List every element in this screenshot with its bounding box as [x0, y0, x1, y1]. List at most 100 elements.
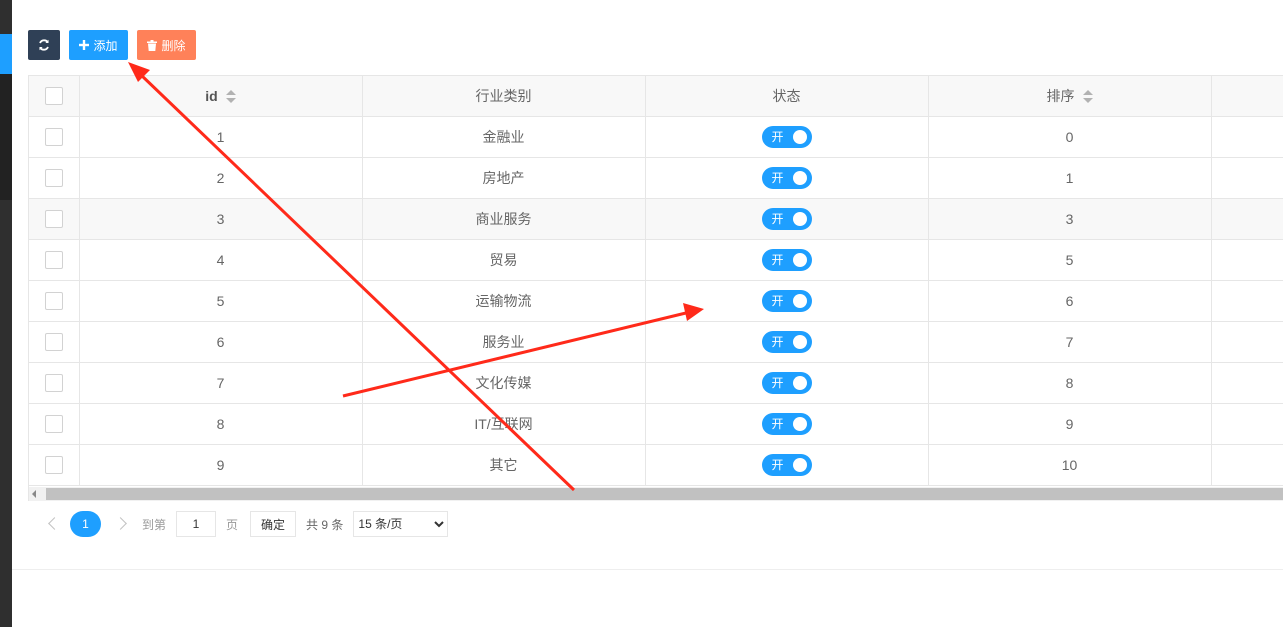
- horizontal-scrollbar[interactable]: [28, 487, 1283, 501]
- table-row[interactable]: 8 IT/互联网 开 9: [29, 403, 1283, 445]
- row-checkbox[interactable]: [44, 374, 63, 393]
- total-count: 共 9 条: [306, 517, 344, 532]
- row-checkbox[interactable]: [44, 251, 63, 270]
- table-row[interactable]: 9 其它 开 10: [29, 444, 1283, 486]
- sidebar-edge: [0, 0, 12, 627]
- row-select-cell[interactable]: [29, 157, 80, 199]
- refresh-button[interactable]: [28, 30, 60, 60]
- row-checkbox[interactable]: [44, 456, 63, 475]
- data-table: id 行业类别 状态 排序 1 金融业开 0 2 房地产开 1 3 商业服务开 3 4 贸易开 5 5 运…: [28, 75, 1283, 488]
- row-checkbox[interactable]: [44, 169, 63, 188]
- goto-page-input[interactable]: [176, 511, 217, 537]
- cell-sort: 9: [928, 403, 1212, 445]
- status-toggle[interactable]: 开: [761, 454, 812, 476]
- cell-category: IT/互联网: [362, 403, 646, 445]
- cell-extra: [1211, 321, 1283, 363]
- toggle-knob: [792, 458, 807, 472]
- cell-sort: 10: [928, 444, 1212, 486]
- cell-status: 开: [645, 444, 929, 486]
- row-select-cell[interactable]: [29, 239, 80, 281]
- header-id[interactable]: id: [79, 76, 363, 117]
- current-page[interactable]: 1: [70, 511, 101, 537]
- cell-status: 开: [645, 116, 929, 158]
- cell-status: 开: [645, 403, 929, 445]
- row-checkbox[interactable]: [44, 292, 63, 311]
- delete-button[interactable]: 删除: [137, 30, 196, 60]
- status-toggle[interactable]: 开: [761, 372, 812, 394]
- sort-icon[interactable]: [1082, 90, 1093, 104]
- refresh-icon: [38, 39, 50, 51]
- cell-id: 8: [79, 403, 363, 445]
- row-select-cell[interactable]: [29, 362, 80, 404]
- table-row[interactable]: 2 房地产 开 1: [29, 157, 1283, 199]
- status-toggle[interactable]: 开: [761, 167, 812, 189]
- cell-category: 金融业: [362, 116, 646, 158]
- status-toggle[interactable]: 开: [761, 290, 812, 312]
- goto-prefix: 到第: [142, 517, 167, 532]
- toolbar: 添加 删除: [28, 30, 196, 60]
- status-toggle[interactable]: 开: [761, 208, 812, 230]
- add-button-label: 添加: [93, 38, 118, 53]
- page-size-select[interactable]: 15 条/页: [353, 511, 449, 537]
- row-select-cell[interactable]: [29, 403, 80, 445]
- toggle-knob: [792, 417, 807, 431]
- cell-extra: [1211, 239, 1283, 281]
- main-content: 添加 删除 id 行业类别 状态 排序 1 金融业 开 0 2 房地产 开 1 …: [12, 0, 1283, 627]
- prev-page-icon[interactable]: [44, 511, 60, 537]
- status-toggle[interactable]: 开: [761, 249, 812, 271]
- scroll-left-arrow-icon[interactable]: [32, 490, 36, 498]
- toggle-label: 开: [771, 171, 784, 185]
- table-row[interactable]: 5 运输物流 开 6: [29, 280, 1283, 322]
- cell-id: 1: [79, 116, 363, 158]
- row-checkbox[interactable]: [44, 128, 63, 147]
- status-toggle[interactable]: 开: [761, 126, 812, 148]
- row-checkbox[interactable]: [44, 333, 63, 352]
- add-button[interactable]: 添加: [69, 30, 128, 60]
- select-all-checkbox[interactable]: [44, 87, 63, 106]
- cell-extra: [1211, 116, 1283, 158]
- cell-id: 5: [79, 280, 363, 322]
- row-checkbox[interactable]: [44, 210, 63, 229]
- scrollbar-thumb[interactable]: [46, 488, 1283, 500]
- cell-category: 贸易: [362, 239, 646, 281]
- toggle-knob: [792, 212, 807, 226]
- goto-suffix: 页: [226, 517, 239, 532]
- status-toggle[interactable]: 开: [761, 413, 812, 435]
- cell-sort: 3: [928, 198, 1212, 240]
- row-checkbox[interactable]: [44, 415, 63, 434]
- toggle-label: 开: [771, 376, 784, 390]
- cell-status: 开: [645, 239, 929, 281]
- cell-id: 2: [79, 157, 363, 199]
- sort-icon[interactable]: [225, 90, 236, 104]
- table-row[interactable]: 1 金融业 开 0: [29, 116, 1283, 158]
- row-select-cell[interactable]: [29, 198, 80, 240]
- row-select-cell[interactable]: [29, 321, 80, 363]
- row-select-cell[interactable]: [29, 280, 80, 322]
- table-row[interactable]: 7 文化传媒 开 8: [29, 362, 1283, 404]
- cell-id: 9: [79, 444, 363, 486]
- header-category: 行业类别: [362, 76, 646, 117]
- cell-extra: [1211, 198, 1283, 240]
- trash-icon: [147, 39, 158, 51]
- status-toggle[interactable]: 开: [761, 331, 812, 353]
- sidebar-active-indicator: [0, 34, 12, 74]
- next-page-icon[interactable]: [114, 511, 130, 537]
- cell-id: 7: [79, 362, 363, 404]
- cell-status: 开: [645, 321, 929, 363]
- plus-icon: [79, 40, 90, 50]
- header-extra: [1211, 76, 1283, 117]
- table-row[interactable]: 6 服务业 开 7: [29, 321, 1283, 363]
- header-sort[interactable]: 排序: [928, 76, 1212, 117]
- page-skip: 到第 页 确定: [142, 511, 297, 537]
- table-row[interactable]: 3 商业服务开 3: [29, 198, 1283, 240]
- row-select-cell[interactable]: [29, 444, 80, 486]
- toggle-knob: [792, 130, 807, 144]
- cell-category: 文化传媒: [362, 362, 646, 404]
- cell-extra: [1211, 280, 1283, 322]
- table-row[interactable]: 4 贸易 开 5: [29, 239, 1283, 281]
- cell-sort: 6: [928, 280, 1212, 322]
- confirm-button[interactable]: 确定: [250, 511, 297, 537]
- header-select-all[interactable]: [29, 76, 80, 117]
- row-select-cell[interactable]: [29, 116, 80, 158]
- cell-sort: 0: [928, 116, 1212, 158]
